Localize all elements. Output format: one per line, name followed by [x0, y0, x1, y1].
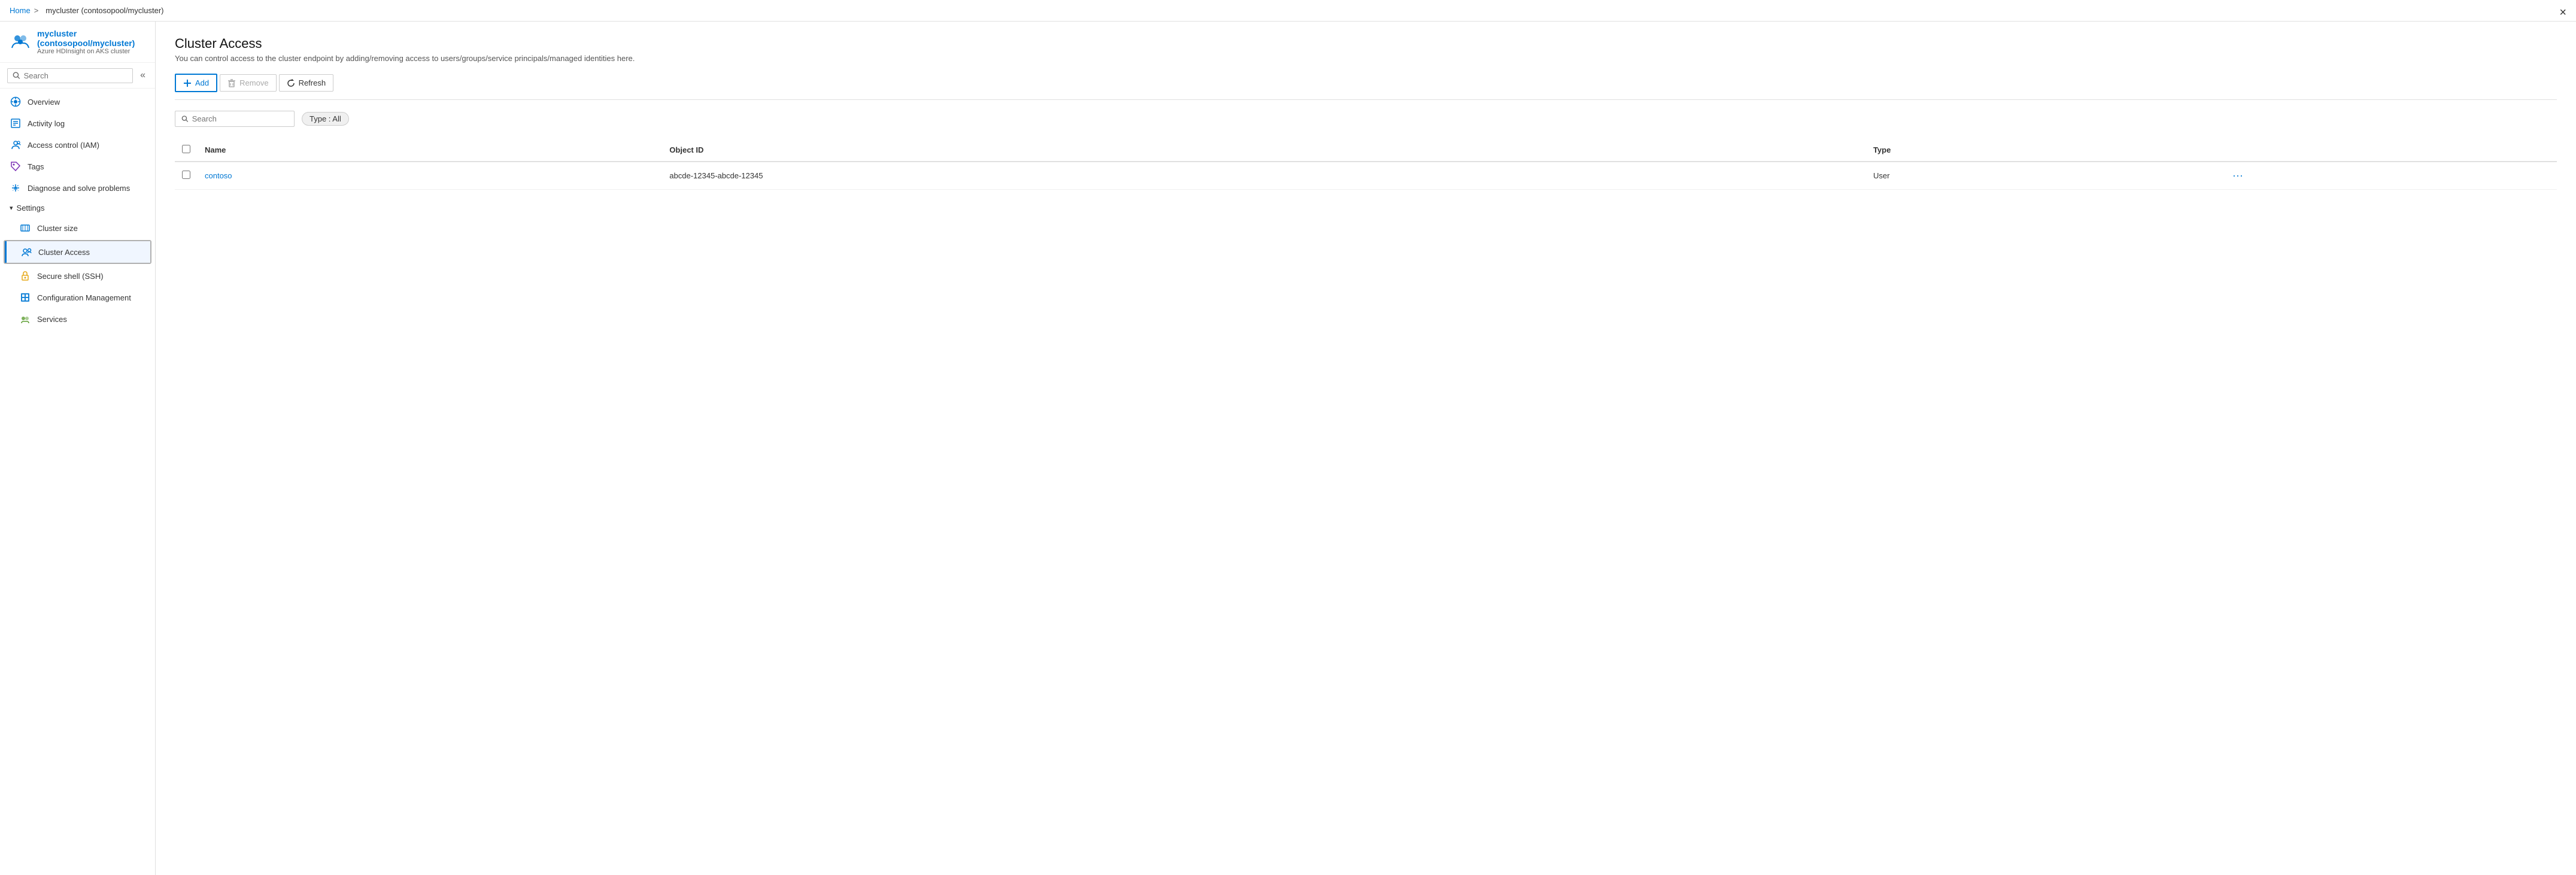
cluster-access-icon [20, 246, 32, 258]
sidebar-item-ssh-label: Secure shell (SSH) [37, 272, 104, 281]
table-header-object-id: Object ID [662, 139, 1866, 162]
content-area: Cluster Access You can control access to… [156, 22, 2576, 875]
sidebar-item-cluster-access-wrapper: Cluster Access [4, 240, 151, 264]
sidebar-title: mycluster (contosopool/mycluster) [37, 29, 145, 48]
sidebar-item-cluster-access[interactable]: Cluster Access [5, 241, 150, 263]
breadcrumb-bar: Home > mycluster (contosopool/mycluster) [0, 0, 2576, 22]
refresh-button[interactable]: Refresh [279, 74, 334, 92]
sidebar-item-tags[interactable]: Tags [0, 156, 155, 177]
table-header-actions [2223, 139, 2557, 162]
settings-section-label: Settings [17, 203, 45, 212]
remove-icon [227, 79, 236, 87]
page-subtitle: You can control access to the cluster en… [175, 54, 2557, 63]
ssh-icon [19, 270, 31, 282]
sidebar-item-tags-label: Tags [28, 162, 44, 171]
sidebar: mycluster (contosopool/mycluster) Azure … [0, 22, 156, 875]
table-header-name: Name [198, 139, 662, 162]
tags-icon [10, 160, 22, 172]
filter-row: Type : All [175, 111, 2557, 127]
sidebar-item-cluster-access-label: Cluster Access [38, 248, 90, 257]
refresh-button-label: Refresh [299, 78, 326, 87]
sidebar-search-wrap [7, 68, 133, 83]
sidebar-item-config-mgmt-label: Configuration Management [37, 293, 131, 302]
sidebar-item-ssh[interactable]: Secure shell (SSH) [0, 265, 155, 287]
settings-chevron: ▾ [10, 204, 13, 212]
services-icon [19, 313, 31, 325]
settings-section-header[interactable]: ▾ Settings [0, 199, 155, 217]
row-more-cell: ··· [2223, 162, 2557, 190]
remove-button-label: Remove [239, 78, 268, 87]
iam-icon [10, 139, 22, 151]
sidebar-item-overview-label: Overview [28, 98, 60, 107]
sidebar-item-cluster-size[interactable]: Cluster size [0, 217, 155, 239]
cluster-icon [10, 31, 31, 53]
add-icon [183, 79, 192, 87]
sidebar-header-text: mycluster (contosopool/mycluster) Azure … [37, 29, 145, 55]
sidebar-collapse-button[interactable]: « [138, 68, 148, 83]
sidebar-item-overview[interactable]: Overview [0, 91, 155, 113]
sidebar-header: mycluster (contosopool/mycluster) Azure … [0, 22, 155, 63]
refresh-icon [287, 79, 295, 87]
table-body: contoso abcde-12345-abcde-12345 User ··· [175, 162, 2557, 190]
breadcrumb-home[interactable]: Home [10, 6, 31, 15]
breadcrumb-current: mycluster (contosopool/mycluster) [45, 6, 163, 15]
table-row: contoso abcde-12345-abcde-12345 User ··· [175, 162, 2557, 190]
row-name-cell[interactable]: contoso [198, 162, 662, 190]
add-button[interactable]: Add [175, 74, 217, 92]
sidebar-item-config-mgmt[interactable]: Configuration Management [0, 287, 155, 308]
sidebar-search-row: « [0, 63, 155, 89]
breadcrumb-sep: > [34, 6, 39, 15]
table-header-type: Type [1866, 139, 2223, 162]
sidebar-item-diagnose[interactable]: Diagnose and solve problems [0, 177, 155, 199]
window-close-button[interactable]: × [2559, 6, 2566, 20]
sidebar-item-activity-log[interactable]: Activity log [0, 113, 155, 134]
cluster-size-icon [19, 222, 31, 234]
sidebar-item-iam-label: Access control (IAM) [28, 141, 99, 150]
filter-search-wrap [175, 111, 295, 127]
sidebar-subtitle: Azure HDInsight on AKS cluster [37, 48, 145, 55]
diagnose-icon [10, 182, 22, 194]
sidebar-item-services[interactable]: Services [0, 308, 155, 330]
sidebar-item-cluster-size-label: Cluster size [37, 224, 78, 233]
type-filter-badge[interactable]: Type : All [302, 112, 349, 126]
row-more-button[interactable]: ··· [2230, 169, 2246, 182]
table-header-checkbox-col [175, 139, 198, 162]
config-mgmt-icon [19, 291, 31, 303]
sidebar-item-activity-log-label: Activity log [28, 119, 65, 128]
filter-search-input[interactable] [192, 114, 288, 123]
page-title: Cluster Access [175, 36, 262, 51]
data-table: Name Object ID Type contoso abcde-12345-… [175, 139, 2557, 190]
remove-button[interactable]: Remove [220, 74, 276, 92]
toolbar: Add Remove Refresh [175, 74, 2557, 100]
main-layout: mycluster (contosopool/mycluster) Azure … [0, 22, 2576, 875]
filter-search-icon [181, 115, 189, 123]
sidebar-item-diagnose-label: Diagnose and solve problems [28, 184, 130, 193]
row-checkbox-cell [175, 162, 198, 190]
sidebar-search-icon [13, 71, 20, 80]
page-title-row: Cluster Access [175, 36, 2557, 51]
table-header: Name Object ID Type [175, 139, 2557, 162]
sidebar-search-input[interactable] [24, 71, 128, 80]
sidebar-item-services-label: Services [37, 315, 67, 324]
row-type-cell: User [1866, 162, 2223, 190]
overview-icon [10, 96, 22, 108]
row-object-id-cell: abcde-12345-abcde-12345 [662, 162, 1866, 190]
sidebar-nav: Overview Activity log [0, 89, 155, 332]
row-checkbox[interactable] [182, 171, 190, 179]
add-button-label: Add [195, 78, 209, 87]
activity-log-icon [10, 117, 22, 129]
sidebar-item-access-control[interactable]: Access control (IAM) [0, 134, 155, 156]
table-select-all-checkbox[interactable] [182, 145, 190, 153]
